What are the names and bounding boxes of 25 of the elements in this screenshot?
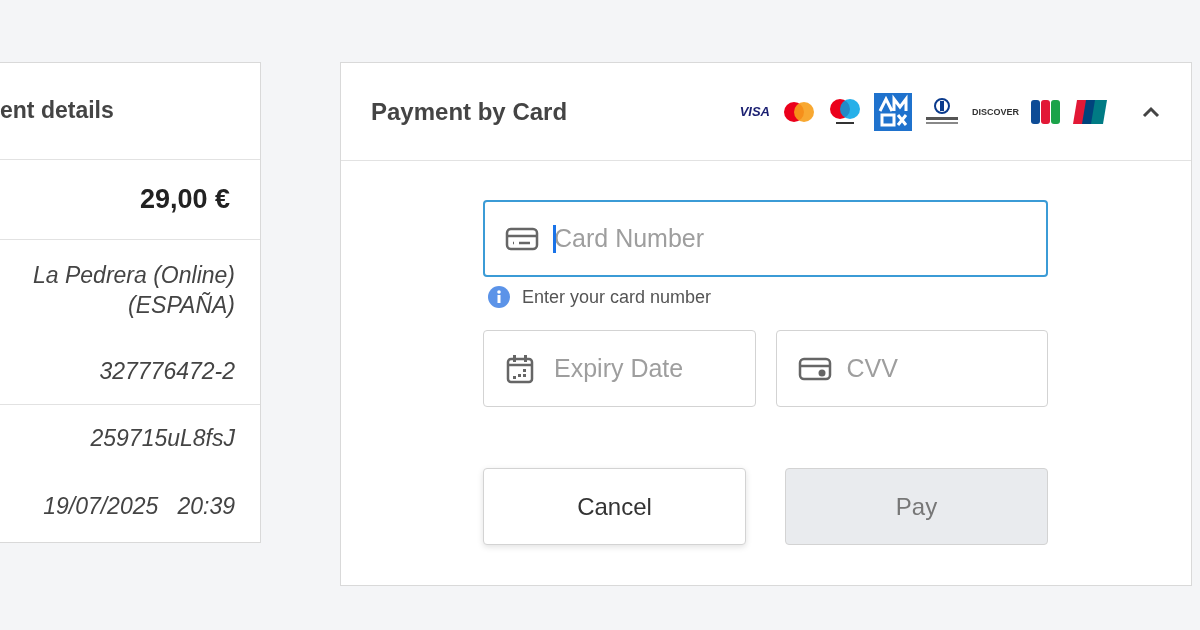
card-brand-icon bbox=[782, 99, 816, 124]
card-back-icon bbox=[797, 355, 832, 382]
amount: 29,00 € bbox=[139, 183, 230, 215]
card-brand-icon bbox=[924, 96, 960, 127]
detail-value: 259715uL8fsJ bbox=[90, 424, 235, 454]
detail-value: 327776472-2 bbox=[99, 356, 235, 386]
card-brand-logo: DISCOVER bbox=[972, 106, 1019, 117]
panel-title: ent details bbox=[0, 97, 114, 125]
card-brand-icon bbox=[874, 92, 912, 131]
credit-card-icon bbox=[505, 225, 539, 252]
expiry-date-field[interactable]: Expiry Date bbox=[483, 330, 756, 407]
hint-text: Enter your card number bbox=[522, 286, 712, 308]
card-brand-logo: VISA bbox=[739, 104, 770, 119]
card-number-field[interactable]: Card Number bbox=[483, 200, 1048, 277]
card-brand-icon bbox=[1073, 99, 1107, 124]
cancel-button[interactable]: Cancel bbox=[483, 468, 746, 545]
panel-title: Payment by Card bbox=[371, 97, 569, 126]
calendar-icon bbox=[505, 353, 535, 384]
card-brand-icon bbox=[828, 97, 862, 126]
detail-value: 19/07/2025 20:39 bbox=[43, 492, 235, 522]
cvv-field[interactable]: CVV bbox=[775, 330, 1048, 407]
detail-value: La Pedrera (Online) (ESPAÑA) bbox=[33, 260, 235, 320]
info-icon bbox=[488, 286, 510, 308]
card-brand-icon bbox=[1031, 99, 1061, 124]
collapse-icon[interactable] bbox=[1141, 104, 1161, 119]
